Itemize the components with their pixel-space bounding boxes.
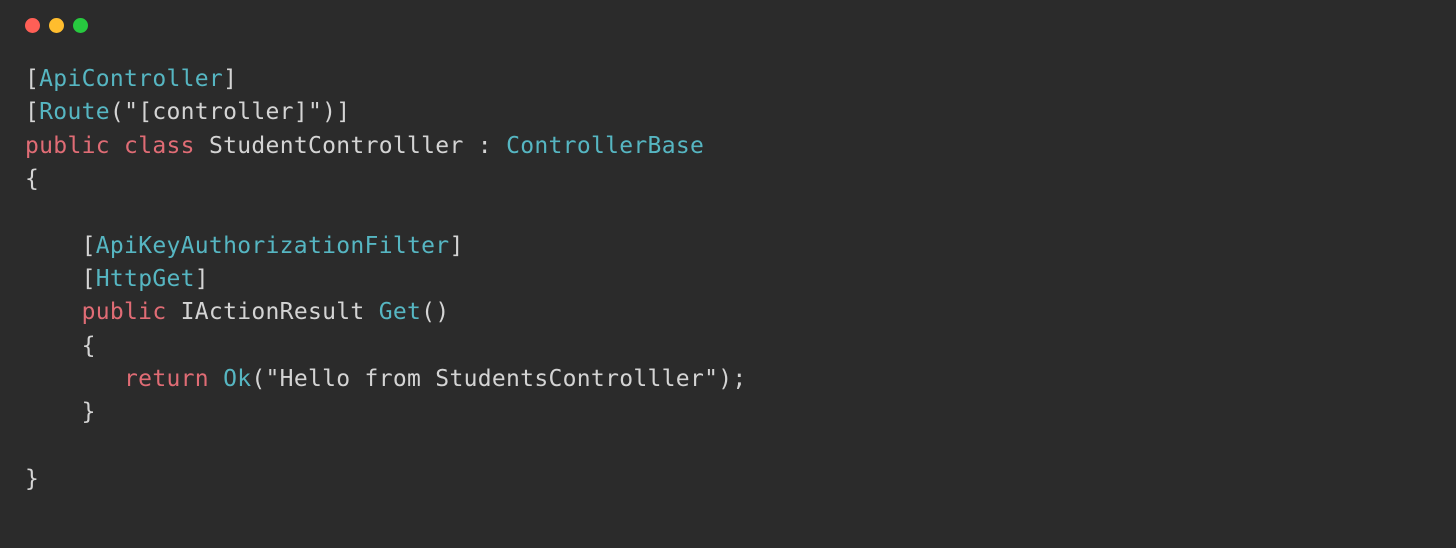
brace: {: [25, 166, 39, 192]
code-line: [HttpGet]: [25, 263, 1431, 296]
base-class: ControllerBase: [506, 133, 704, 159]
bracket: [: [25, 99, 39, 125]
bracket: [: [25, 66, 39, 92]
brace: }: [25, 466, 39, 492]
bracket: ]: [336, 99, 350, 125]
attribute-name: ApiKeyAuthorizationFilter: [96, 233, 450, 259]
keyword: public: [25, 133, 110, 159]
parens: (): [421, 299, 449, 325]
code-line: {: [25, 163, 1431, 196]
code-line: {: [25, 330, 1431, 363]
keyword: return: [124, 366, 209, 392]
bracket: ]: [195, 266, 209, 292]
keyword: public: [82, 299, 167, 325]
paren: ): [322, 99, 336, 125]
attribute-name: ApiController: [39, 66, 223, 92]
attribute-name: Route: [39, 99, 110, 125]
code-line: [ApiController]: [25, 63, 1431, 96]
bracket: ]: [449, 233, 463, 259]
bracket: [: [82, 233, 96, 259]
function-call: Ok: [223, 366, 251, 392]
minimize-icon[interactable]: [49, 18, 64, 33]
paren: (: [251, 366, 265, 392]
code-line: [Route("[controller]")]: [25, 96, 1431, 129]
paren: ): [718, 366, 732, 392]
class-name: StudentControlller: [209, 133, 464, 159]
code-window: [ApiController] [Route("[controller]")] …: [0, 0, 1456, 548]
code-line: }: [25, 396, 1431, 429]
colon: :: [478, 133, 492, 159]
code-line: [25, 196, 1431, 229]
code-line: public IActionResult Get(): [25, 296, 1431, 329]
code-line: [25, 430, 1431, 463]
attribute-name: HttpGet: [96, 266, 195, 292]
string-literal: "[controller]": [124, 99, 322, 125]
brace: {: [82, 333, 96, 359]
code-line: public class StudentControlller : Contro…: [25, 130, 1431, 163]
code-editor[interactable]: [ApiController] [Route("[controller]")] …: [0, 43, 1456, 516]
code-line: [ApiKeyAuthorizationFilter]: [25, 230, 1431, 263]
maximize-icon[interactable]: [73, 18, 88, 33]
code-line: }: [25, 463, 1431, 496]
bracket: [: [82, 266, 96, 292]
bracket: ]: [223, 66, 237, 92]
brace: }: [82, 399, 96, 425]
paren: (: [110, 99, 124, 125]
string-literal: "Hello from StudentsControlller": [266, 366, 719, 392]
method-name: Get: [379, 299, 421, 325]
code-line: return Ok("Hello from StudentsControllle…: [25, 363, 1431, 396]
return-type: IActionResult: [181, 299, 365, 325]
keyword: class: [124, 133, 195, 159]
semicolon: ;: [732, 366, 746, 392]
window-titlebar: [0, 0, 1456, 43]
close-icon[interactable]: [25, 18, 40, 33]
